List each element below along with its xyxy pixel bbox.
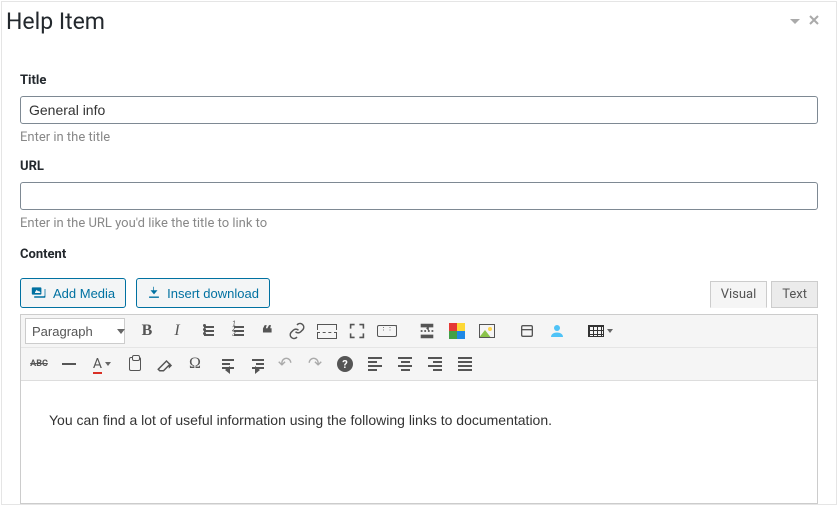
bold-button[interactable]: B [133,318,161,344]
link-button[interactable] [283,318,311,344]
indent-button[interactable] [241,351,269,377]
help-icon: ? [337,356,353,372]
image-button[interactable] [473,318,501,344]
keyboard-icon [377,325,397,337]
number-list-icon: 123 [230,324,244,338]
anchor-icon [519,323,535,339]
align-right-icon [428,355,442,373]
rich-editor: Paragraph B I 123 [20,314,818,504]
url-label: URL [20,159,818,174]
hr-button[interactable] [55,351,83,377]
insert-download-label: Insert download [167,286,259,301]
more-button[interactable] [313,318,341,344]
user-button[interactable] [543,318,571,344]
align-center-button[interactable] [391,351,419,377]
help-button[interactable]: ? [331,351,359,377]
align-justify-icon [458,355,472,373]
eraser-icon [156,355,174,373]
add-media-button[interactable]: Add Media [20,278,126,308]
toolbar-row-2: ABC A Ω [21,348,817,381]
align-right-button[interactable] [421,351,449,377]
toolbar-toggle-button[interactable] [373,318,401,344]
clear-format-button[interactable] [151,351,179,377]
editor-content[interactable]: You can find a lot of useful information… [21,381,817,503]
color-grid-button[interactable] [443,318,471,344]
text-color-icon: A [93,356,102,372]
panel-header: Help Item [2,2,836,35]
page-break-icon [418,322,436,340]
bullet-list-icon [200,324,214,338]
panel-title: Help Item [6,8,786,35]
panel-close-button[interactable] [804,10,824,33]
panel-body: Title Enter in the title URL Enter in th… [2,35,836,504]
undo-button[interactable]: ↶ [271,351,299,377]
bold-icon: B [142,322,153,340]
page-break-button[interactable] [413,318,441,344]
tab-text[interactable]: Text [771,281,818,308]
strikethrough-button[interactable]: ABC [25,351,53,377]
media-icon [31,285,47,301]
italic-icon: I [174,322,179,340]
content-buttons-row: Add Media Insert download Visual Text [20,278,818,308]
redo-button[interactable]: ↷ [301,351,329,377]
special-char-button[interactable]: Ω [181,351,209,377]
align-left-button[interactable] [361,351,389,377]
italic-button[interactable]: I [163,318,191,344]
add-media-label: Add Media [53,286,115,301]
editor-tabs: Visual Text [710,280,818,307]
paste-text-button[interactable] [121,351,149,377]
content-field: Content Add Media Insert download Visual… [20,247,818,504]
omega-icon: Ω [189,355,201,373]
content-label: Content [20,247,818,262]
title-field: Title Enter in the title [20,73,818,145]
url-hint: Enter in the URL you'd like the title to… [20,216,818,231]
fullscreen-button[interactable] [343,318,371,344]
download-icon [147,286,161,300]
number-list-button[interactable]: 123 [223,318,251,344]
title-input[interactable] [20,96,818,124]
fullscreen-icon [349,323,365,339]
format-select[interactable]: Paragraph [25,318,125,344]
color-grid-icon [449,323,465,339]
link-icon [288,322,306,340]
table-icon [588,325,604,337]
url-input[interactable] [20,182,818,210]
help-item-panel: Help Item Title Enter in the title URL E… [1,1,837,505]
outdent-icon [222,357,234,371]
redo-icon: ↷ [308,354,322,374]
chevron-down-icon [105,362,111,366]
undo-icon: ↶ [278,354,292,374]
quote-icon: ❝ [262,329,273,339]
align-center-icon [398,355,412,373]
title-hint: Enter in the title [20,130,818,145]
url-field: URL Enter in the URL you'd like the titl… [20,159,818,231]
image-icon [479,324,495,338]
hr-icon [62,363,76,365]
read-more-icon [317,324,337,339]
title-label: Title [20,73,818,88]
table-button[interactable] [583,318,617,344]
chevron-down-icon [607,329,613,333]
clipboard-icon [129,357,141,371]
user-icon [548,322,566,340]
strike-icon: ABC [30,359,48,369]
panel-collapse-button[interactable] [786,11,804,32]
align-justify-button[interactable] [451,351,479,377]
insert-download-button[interactable]: Insert download [136,278,270,308]
toolbar-row-1: Paragraph B I 123 [21,315,817,348]
tab-visual[interactable]: Visual [710,281,768,308]
bullet-list-button[interactable] [193,318,221,344]
anchor-button[interactable] [513,318,541,344]
blockquote-button[interactable]: ❝ [253,318,281,344]
indent-icon [252,357,264,371]
outdent-button[interactable] [211,351,239,377]
text-color-button[interactable]: A [85,351,119,377]
format-select-wrap: Paragraph [25,318,131,344]
align-left-icon [368,355,382,373]
